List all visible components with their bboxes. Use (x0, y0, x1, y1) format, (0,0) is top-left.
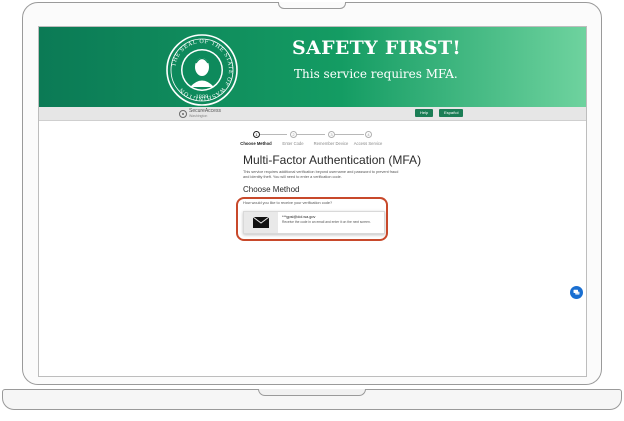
step-2-label: Enter Code (282, 141, 304, 146)
step-3-label: Remember Device (313, 141, 349, 146)
seal-year: 1889 (196, 94, 209, 100)
step-1-circle: 1 (253, 131, 260, 138)
banner-subtitle: This service requires MFA. (294, 67, 458, 81)
step-2-circle: 2 (290, 131, 297, 138)
banner-title: SAFETY FIRST! (292, 37, 462, 59)
brand-name: SecureAccess (189, 107, 221, 114)
camera-notch (278, 2, 346, 9)
step-1-label: Choose Method (240, 141, 272, 146)
step-3-circle: 3 (328, 131, 335, 138)
language-button[interactable]: Español (439, 109, 464, 117)
header-banner: THE SEAL OF THE STATE OF WASHINGTON 1889… (39, 27, 586, 107)
progress-stepper: 1 2 3 4 Choose Method Enter Code Remembe… (240, 131, 392, 151)
chat-button[interactable] (570, 286, 583, 299)
washington-seal-icon: THE SEAL OF THE STATE OF WASHINGTON 1889 (166, 34, 238, 106)
step-4-label: Access Service (353, 141, 383, 146)
section-title: Choose Method (243, 185, 300, 194)
secureaccess-logo[interactable]: SecureAccess Washington (179, 107, 221, 120)
step-connector (260, 134, 287, 135)
highlight-annotation (236, 197, 388, 241)
chat-icon (573, 289, 580, 295)
nav-bar: SecureAccess Washington Help Español (39, 107, 586, 121)
step-4-circle: 4 (365, 131, 372, 138)
lock-icon (179, 109, 187, 118)
step-connector (335, 134, 364, 135)
brand-subtitle: Washington (189, 113, 208, 118)
trackpad-notch (258, 389, 366, 396)
page-title: Multi-Factor Authentication (MFA) (243, 153, 422, 167)
help-button[interactable]: Help (415, 109, 434, 117)
step-connector (297, 134, 325, 135)
intro-text: This service requires additional verific… (243, 170, 399, 179)
browser-screen: THE SEAL OF THE STATE OF WASHINGTON 1889… (38, 26, 587, 377)
